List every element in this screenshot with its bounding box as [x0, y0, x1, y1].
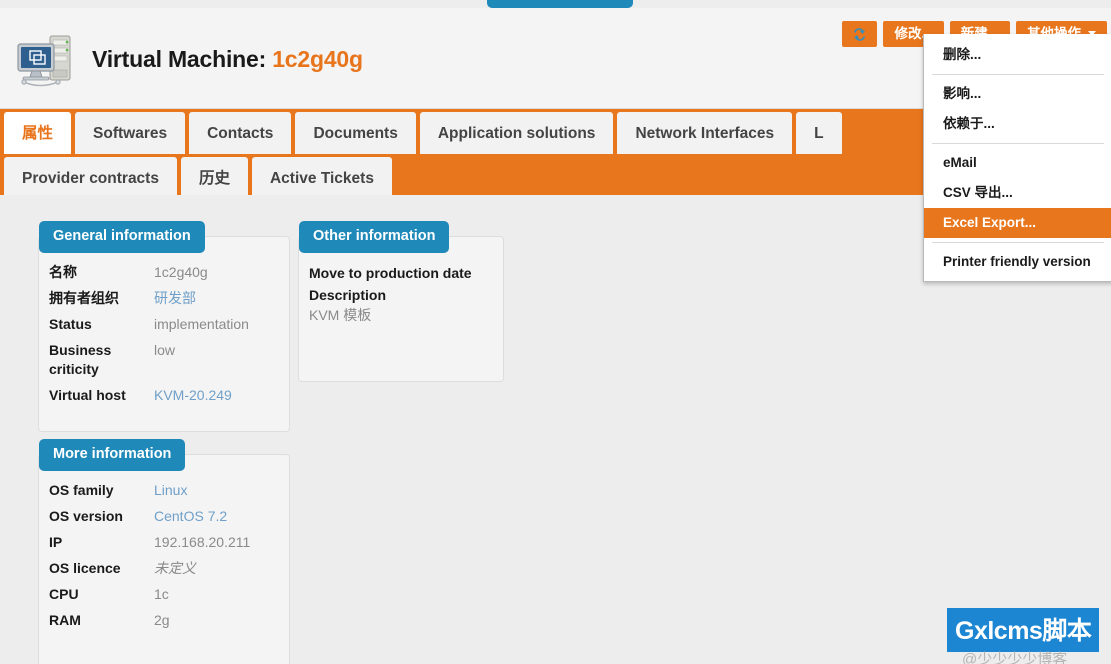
other-actions-menu: 删除... 影响... 依赖于... eMail CSV 导出... Excel…: [923, 34, 1111, 282]
field-row: Description KVM 模板: [309, 285, 493, 325]
menu-item-csv-export[interactable]: CSV 导出...: [924, 178, 1111, 208]
menu-item-depends-on[interactable]: 依赖于...: [924, 109, 1111, 139]
top-cutoff-pill: [487, 0, 633, 8]
field-label: Move to production date: [309, 265, 472, 281]
tab-properties[interactable]: 属性: [4, 112, 72, 154]
field-label: 拥有者组织: [49, 290, 119, 306]
tab-active-tickets[interactable]: Active Tickets: [251, 157, 392, 195]
field-row: Status implementation: [49, 315, 279, 334]
menu-item-impacts[interactable]: 影响...: [924, 79, 1111, 109]
field-label: Business criticity: [49, 342, 112, 377]
panel-other-information: Other information Move to production dat…: [298, 221, 504, 382]
field-row: Virtual host KVM-20.249: [49, 386, 279, 405]
field-value: implementation: [154, 316, 249, 332]
field-label: Description: [309, 287, 387, 303]
field-row: RAM 2g: [49, 611, 279, 630]
panel-other-legend: Other information: [299, 221, 450, 253]
field-label: OS licence: [49, 560, 121, 576]
tab-softwares[interactable]: Softwares: [75, 112, 186, 154]
field-value: KVM 模板: [309, 307, 372, 323]
panel-general-information: General information 名称 1c2g40g 拥有者组织 研发部…: [38, 221, 290, 432]
field-label: IP: [49, 534, 63, 550]
tab-network-interfaces[interactable]: Network Interfaces: [617, 112, 793, 154]
field-label: OS family: [49, 482, 114, 498]
field-label: RAM: [49, 612, 81, 628]
field-label: 名称: [49, 264, 77, 280]
menu-item-printer-friendly-version[interactable]: Printer friendly version: [924, 247, 1111, 277]
panel-other-fields: Move to production date Description KVM …: [299, 263, 503, 337]
application-window: Virtual Machine: 1c2g40g 修改... 新建... 其他操…: [0, 0, 1111, 664]
panel-more-information: More information OS family Linux OS vers…: [38, 439, 290, 664]
panel-general-fields: 名称 1c2g40g 拥有者组织 研发部 Status implementati…: [39, 263, 289, 422]
field-label: OS version: [49, 508, 123, 524]
menu-item-excel-export[interactable]: Excel Export...: [924, 208, 1111, 238]
field-row: 名称 1c2g40g: [49, 263, 279, 282]
field-row: CPU 1c: [49, 585, 279, 604]
field-value-link[interactable]: Linux: [154, 481, 187, 500]
tab-application-solutions[interactable]: Application solutions: [419, 112, 614, 154]
field-value: 2g: [154, 612, 170, 628]
tab-provider-contracts[interactable]: Provider contracts: [4, 157, 177, 195]
menu-separator: [932, 242, 1104, 243]
menu-separator: [932, 143, 1104, 144]
tab-documents[interactable]: Documents: [295, 112, 416, 154]
field-row: 拥有者组织 研发部: [49, 289, 279, 308]
virtual-machine-icon: [17, 35, 71, 87]
refresh-button[interactable]: [842, 21, 878, 47]
field-row: OS licence 未定义: [49, 559, 279, 578]
field-value: 1c2g40g: [154, 264, 208, 280]
field-label: Status: [49, 316, 92, 332]
field-value: 192.168.20.211: [154, 534, 251, 550]
menu-separator: [932, 74, 1104, 75]
field-row: OS family Linux: [49, 481, 279, 500]
panel-more-legend: More information: [39, 439, 186, 471]
field-row: OS version CentOS 7.2: [49, 507, 279, 526]
page-title-object-name: 1c2g40g: [272, 46, 363, 72]
tab-history[interactable]: 历史: [180, 157, 248, 195]
field-value-link[interactable]: 研发部: [154, 289, 196, 308]
panel-general-legend: General information: [39, 221, 205, 253]
field-row: IP 192.168.20.211: [49, 533, 279, 552]
field-value-link[interactable]: KVM-20.249: [154, 386, 232, 405]
field-label: Virtual host: [49, 387, 126, 403]
watermark-subtext: @少少少少博客: [962, 651, 1068, 664]
page-title-prefix: Virtual Machine:: [92, 46, 273, 72]
watermark: Gxlcms脚本: [947, 608, 1100, 652]
menu-item-email[interactable]: eMail: [924, 148, 1111, 178]
menu-item-delete[interactable]: 删除...: [924, 40, 1111, 70]
field-value: 未定义: [154, 560, 196, 576]
field-row: Business criticity low: [49, 341, 279, 379]
panel-more-fields: OS family Linux OS version CentOS 7.2 IP…: [39, 481, 289, 647]
page-title: Virtual Machine: 1c2g40g: [92, 46, 363, 73]
tab-truncated[interactable]: L: [796, 112, 842, 154]
field-row: Move to production date: [309, 263, 493, 283]
field-value: low: [154, 342, 176, 358]
field-value: 1c: [154, 586, 169, 602]
field-label: CPU: [49, 586, 79, 602]
field-value-link[interactable]: CentOS 7.2: [154, 507, 227, 526]
refresh-icon: [854, 27, 866, 41]
tab-contacts[interactable]: Contacts: [189, 112, 292, 154]
